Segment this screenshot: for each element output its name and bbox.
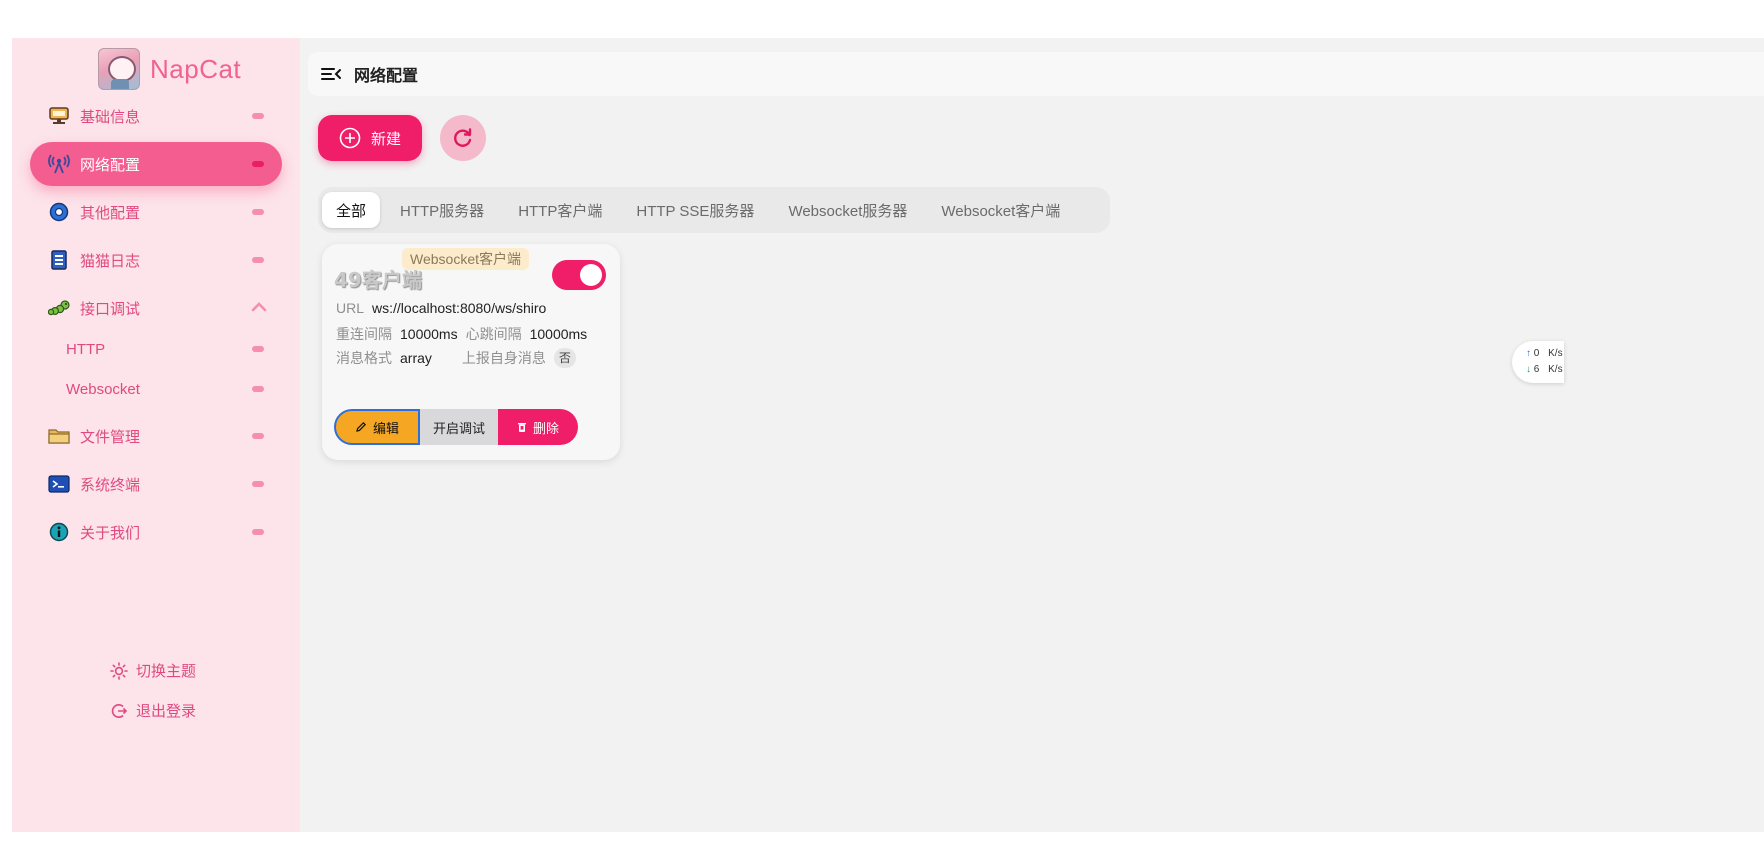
status-pill (252, 161, 264, 167)
chevron-up-icon[interactable] (250, 298, 268, 316)
delete-label: 删除 (532, 421, 559, 437)
tab-all[interactable]: 全部 (322, 192, 381, 228)
report-self-value: 否 (553, 348, 576, 368)
delete-button[interactable]: 删除 (498, 409, 578, 445)
format-value: array (400, 350, 432, 366)
napcat-logo-image (98, 48, 140, 90)
switch-theme-button[interactable]: 切换主题 (110, 660, 196, 681)
status-pill (252, 113, 264, 119)
new-config-button[interactable]: 新建 (318, 115, 422, 161)
sidebar-item-label: 系统终端 (80, 475, 141, 494)
gear-icon (48, 201, 70, 223)
dashboard-icon (48, 105, 70, 127)
tab-http-server[interactable]: HTTP服务器 (386, 192, 498, 228)
sidebar-item-label: 接口调试 (80, 299, 141, 318)
app-name: NapCat (150, 53, 242, 84)
sidebar-subitem-websocket[interactable]: Websocket (48, 369, 282, 409)
status-pill (252, 433, 264, 439)
card-actions: 编辑 开启调试 删除 (334, 409, 578, 445)
filter-tabs: 全部 HTTP服务器 HTTP客户端 HTTP SSE服务器 Websocket… (318, 187, 1110, 233)
folder-icon (48, 425, 70, 447)
tab-websocket-server[interactable]: Websocket服务器 (774, 192, 921, 228)
type-badge: Websocket客户端 (402, 248, 529, 270)
edit-label: 编辑 (372, 421, 399, 437)
logo[interactable]: NapCat (98, 48, 241, 90)
caterpillar-icon (48, 297, 70, 319)
top-bar: 网络配置 (308, 52, 1764, 96)
download-value: 6 (1533, 364, 1540, 375)
page-title: 网络配置 (354, 66, 419, 85)
refresh-button[interactable] (440, 115, 486, 161)
upload-unit: K/s (1548, 348, 1563, 359)
main-content: 网络配置 新建 全部 HTTP服务器 HTTP客户端 HTTP SSE服务器 W… (300, 38, 1764, 832)
sidebar-subitem-label: Websocket (66, 380, 140, 398)
url-row: URL ws://localhost:8080/ws/shiro (336, 300, 554, 316)
sidebar-item-file-manager[interactable]: 文件管理 (30, 414, 282, 458)
sidebar-item-label: 关于我们 (80, 523, 141, 542)
edit-button[interactable]: 编辑 (334, 409, 420, 445)
refresh-icon (454, 128, 472, 147)
sidebar-item-system-terminal[interactable]: 系统终端 (30, 462, 282, 506)
heartbeat-value: 10000ms (529, 326, 588, 342)
pencil-icon (356, 421, 367, 432)
sidebar-item-other-config[interactable]: 其他配置 (30, 190, 282, 234)
tab-http-sse-server[interactable]: HTTP SSE服务器 (622, 192, 768, 228)
sidebar-item-label: 文件管理 (80, 427, 141, 446)
logout-icon (111, 703, 128, 718)
terminal-icon (48, 473, 70, 495)
upload-arrow-icon: ↑ (1526, 348, 1531, 359)
sidebar-item-api-debug[interactable]: 接口调试 (30, 286, 282, 330)
report-self-label: 上报自身消息 (461, 350, 546, 366)
sidebar-item-label: 基础信息 (80, 107, 141, 126)
download-speed: ↓ 6 K/s (1526, 362, 1564, 378)
status-pill (252, 257, 264, 263)
enable-debug-label: 开启调试 (432, 421, 485, 437)
tab-http-client[interactable]: HTTP客户端 (504, 192, 616, 228)
enable-debug-button[interactable]: 开启调试 (420, 409, 498, 445)
enable-toggle[interactable] (552, 260, 606, 290)
upload-speed: ↑ 0 K/s (1526, 346, 1564, 362)
sidebar-subitem-http[interactable]: HTTP (48, 329, 282, 369)
sidebar-item-cat-logs[interactable]: 猫猫日志 (30, 238, 282, 282)
network-speed-widget[interactable]: ↑ 0 K/s ↓ 6 K/s (1512, 341, 1564, 383)
status-pill (252, 209, 264, 215)
reconnect-label: 重连间隔 (336, 326, 392, 342)
sidebar-item-label: 其他配置 (80, 203, 141, 222)
url-value: ws://localhost:8080/ws/shiro (372, 300, 547, 316)
switch-theme-label: 切换主题 (136, 662, 197, 680)
sun-icon (110, 661, 128, 680)
interval-row: 重连间隔 10000ms 心跳间隔 10000ms (336, 324, 595, 344)
heartbeat-label: 心跳间隔 (465, 326, 522, 342)
new-config-label: 新建 (370, 129, 401, 148)
status-pill (252, 386, 264, 392)
sidebar-subitem-label: HTTP (66, 340, 106, 358)
download-arrow-icon: ↓ (1526, 364, 1531, 375)
sidebar-item-about-us[interactable]: 关于我们 (30, 510, 282, 554)
status-pill (252, 346, 264, 352)
status-pill (252, 529, 264, 535)
logout-label: 退出登录 (136, 702, 197, 720)
format-row: 消息格式 array 上报自身消息 否 (336, 348, 576, 368)
sidebar-item-label: 网络配置 (80, 155, 141, 174)
info-icon (48, 521, 70, 543)
network-config-card: 49客户端 Websocket客户端 URL ws://localhost:80… (322, 244, 620, 460)
sidebar-item-label: 猫猫日志 (80, 251, 141, 270)
reconnect-value: 10000ms (400, 326, 458, 342)
tab-websocket-client[interactable]: Websocket客户端 (927, 192, 1074, 228)
sidebar-item-basic-info[interactable]: 基础信息 (30, 94, 282, 138)
upload-value: 0 (1533, 348, 1540, 359)
antenna-icon (48, 153, 70, 175)
plus-circle-icon (339, 127, 361, 149)
menu-collapse-icon[interactable] (320, 65, 342, 83)
download-unit: K/s (1548, 364, 1563, 375)
notebook-icon (48, 249, 70, 271)
url-label: URL (336, 300, 365, 316)
trash-icon (517, 423, 526, 432)
logout-button[interactable]: 退出登录 (110, 700, 196, 721)
sidebar: NapCat 基础信息 网络配置 其他配置 猫猫日志 接口调试 HTTP Web… (12, 38, 300, 832)
status-pill (252, 481, 264, 487)
sidebar-item-network-config[interactable]: 网络配置 (30, 142, 282, 186)
format-label: 消息格式 (336, 350, 392, 366)
